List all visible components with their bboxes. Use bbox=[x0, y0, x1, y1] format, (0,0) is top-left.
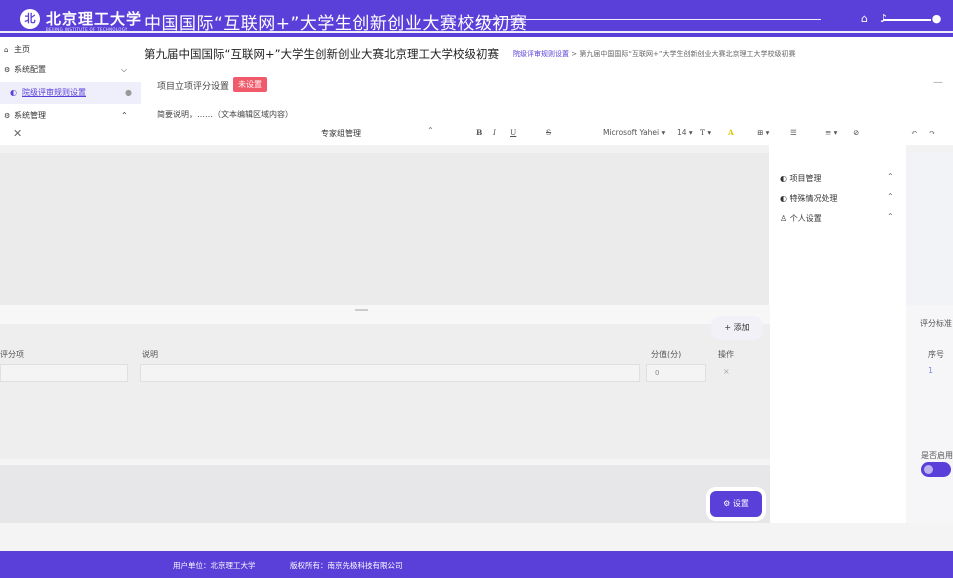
menu-item-special[interactable]: ◐ 特殊情况处理 bbox=[780, 193, 838, 204]
font-family-select[interactable]: Microsoft Yahei ▾ bbox=[603, 128, 665, 137]
section-header: 项目立项评分设置 未设置 — bbox=[141, 75, 953, 95]
editor-area[interactable] bbox=[0, 145, 770, 305]
sidebar-subitem-label: 院级评审规则设置 bbox=[22, 88, 86, 97]
chevron-up-icon: ⌃ bbox=[887, 172, 894, 181]
active-dot-icon: ● bbox=[125, 88, 132, 97]
enable-toggle[interactable] bbox=[921, 462, 951, 477]
score-input[interactable]: 0 bbox=[646, 364, 706, 382]
breadcrumb-current: 第九届中国国际“互联网+”大学生创新创业大赛北京理工大学校级初赛 bbox=[579, 50, 796, 58]
menu-item-label: 个人设置 bbox=[789, 214, 822, 223]
underline-button[interactable]: U bbox=[510, 128, 516, 137]
dropdown-menu: ◐ 项目管理 ⌃ ◐ 特殊情况处理 ⌃ ♙ 个人设置 ⌃ bbox=[769, 145, 906, 305]
chevron-down-icon: ⌵ bbox=[121, 65, 128, 74]
table-row: 0 × bbox=[0, 364, 740, 382]
score-table bbox=[0, 324, 770, 459]
settings-button[interactable]: ⚙ 设置 bbox=[710, 491, 762, 517]
column-header-index: 序号 bbox=[928, 350, 944, 359]
bold-button[interactable]: B bbox=[476, 128, 482, 137]
sidebar-item-label: 系统配置 bbox=[14, 65, 46, 74]
text-style-select[interactable]: T ▾ bbox=[700, 128, 711, 137]
header-divider bbox=[476, 19, 821, 20]
footer-copyright: 版权所有：南京先极科技有限公司 bbox=[290, 561, 403, 570]
breadcrumb-link[interactable]: 院级评审规则设置 bbox=[513, 50, 569, 58]
page-title: 第九届中国国际“互联网+”大学生创新创业大赛北京理工大学校级初赛 bbox=[144, 47, 500, 61]
menu-item-project[interactable]: ◐ 项目管理 bbox=[780, 173, 822, 184]
description-input[interactable] bbox=[140, 364, 640, 382]
chevron-up-icon: ⌃ bbox=[887, 212, 894, 221]
font-color-button[interactable]: A bbox=[728, 128, 734, 137]
table-button[interactable]: ⊞ ▾ bbox=[757, 128, 769, 137]
redo-button[interactable]: ↷ bbox=[929, 128, 935, 137]
menu-item-expert-group[interactable]: 专家组管理 bbox=[321, 128, 361, 139]
sidebar-subitem-review-rules[interactable]: ◐ 院级评审规则设置 ● bbox=[0, 82, 141, 104]
collapse-icon[interactable]: — bbox=[933, 77, 943, 88]
menu-item-label: 项目管理 bbox=[789, 174, 822, 183]
menu-item-label: 特殊情况处理 bbox=[789, 194, 838, 203]
scoring-standard-title: 评分标准 bbox=[920, 319, 952, 328]
section-title: 项目立项评分设置 bbox=[157, 82, 230, 92]
home-icon[interactable]: ⌂ bbox=[858, 12, 871, 25]
bottom-spacer bbox=[0, 523, 953, 551]
sidebar-item-home[interactable]: ⌂ 主页 bbox=[0, 40, 141, 60]
sidebar-item-label: 主页 bbox=[14, 45, 30, 54]
top-header: 北 北京理工大学 BEIJING INSTITUTE OF TECHNOLOGY… bbox=[0, 0, 953, 37]
bell-icon[interactable]: ♪ bbox=[877, 12, 890, 25]
resize-handle[interactable] bbox=[355, 309, 368, 311]
footer: 用户单位：北京理工大学 版权所有：南京先极科技有限公司 bbox=[0, 551, 953, 578]
home-icon: ⌂ bbox=[4, 46, 9, 54]
close-icon[interactable]: ✕ bbox=[13, 127, 22, 140]
person-icon: ♙ bbox=[780, 214, 788, 223]
undo-button[interactable]: ↶ bbox=[911, 128, 917, 137]
special-icon: ◐ bbox=[780, 194, 787, 203]
breadcrumb: 院级评审规则设置 > 第九届中国国际“互联网+”大学生创新创业大赛北京理工大学校… bbox=[513, 49, 795, 59]
delete-icon[interactable]: × bbox=[723, 367, 730, 376]
link-button[interactable]: ⊘ bbox=[853, 128, 859, 137]
project-icon: ◐ bbox=[780, 174, 787, 183]
description-text: 简要说明，……（文本编辑区域内容） bbox=[157, 110, 293, 119]
column-header-action: 操作 bbox=[718, 350, 734, 359]
rules-icon: ◐ bbox=[10, 88, 17, 97]
settings-bar bbox=[0, 465, 770, 523]
align-button[interactable]: ≡ ▾ bbox=[825, 128, 837, 137]
font-size-select[interactable]: 14 ▾ bbox=[677, 128, 693, 137]
menu-item-personal[interactable]: ♙ 个人设置 bbox=[780, 213, 822, 224]
config-icon: ⚙ bbox=[4, 66, 11, 74]
strike-button[interactable]: S bbox=[546, 128, 551, 137]
chevron-up-icon[interactable]: ⌃ bbox=[427, 126, 434, 135]
header-divider-right bbox=[883, 19, 931, 21]
item-input[interactable] bbox=[0, 364, 128, 382]
row-index: 1 bbox=[928, 366, 934, 375]
sidebar: ⌂ 主页 ⚙ 系统配置 ⌵ ◐ 院级评审规则设置 ● ⚙ 系统管理 ⌃ bbox=[0, 37, 141, 123]
list-button[interactable]: ☰ bbox=[790, 128, 797, 137]
table-section-top bbox=[0, 305, 770, 324]
chevron-up-icon: ⌃ bbox=[887, 192, 894, 201]
enable-label: 是否启用 bbox=[921, 451, 953, 460]
sidebar-item-config[interactable]: ⚙ 系统配置 ⌵ bbox=[0, 60, 141, 80]
school-name: 北京理工大学 bbox=[46, 10, 143, 28]
header-underline bbox=[0, 31, 953, 33]
user-icon[interactable]: ● bbox=[930, 12, 943, 25]
footer-unit: 用户单位：北京理工大学 bbox=[173, 561, 256, 570]
right-panel bbox=[770, 305, 906, 523]
status-badge: 未设置 bbox=[233, 77, 267, 92]
add-button[interactable]: + 添加 bbox=[711, 316, 763, 340]
column-header-description: 说明 bbox=[142, 350, 158, 359]
school-logo: 北 bbox=[20, 9, 40, 29]
far-right-panel bbox=[906, 305, 953, 523]
breadcrumb-separator: > bbox=[569, 50, 580, 58]
column-header-score: 分值(分) bbox=[651, 350, 682, 359]
editor-toolbar: ✕ 专家组管理 ⌃ B I U S Microsoft Yahei ▾ 14 ▾… bbox=[0, 123, 953, 145]
italic-button[interactable]: I bbox=[493, 128, 496, 137]
column-header-item: 评分项 bbox=[0, 350, 24, 359]
main-content-header: 第九届中国国际“互联网+”大学生创新创业大赛北京理工大学校级初赛 院级评审规则设… bbox=[141, 37, 953, 123]
